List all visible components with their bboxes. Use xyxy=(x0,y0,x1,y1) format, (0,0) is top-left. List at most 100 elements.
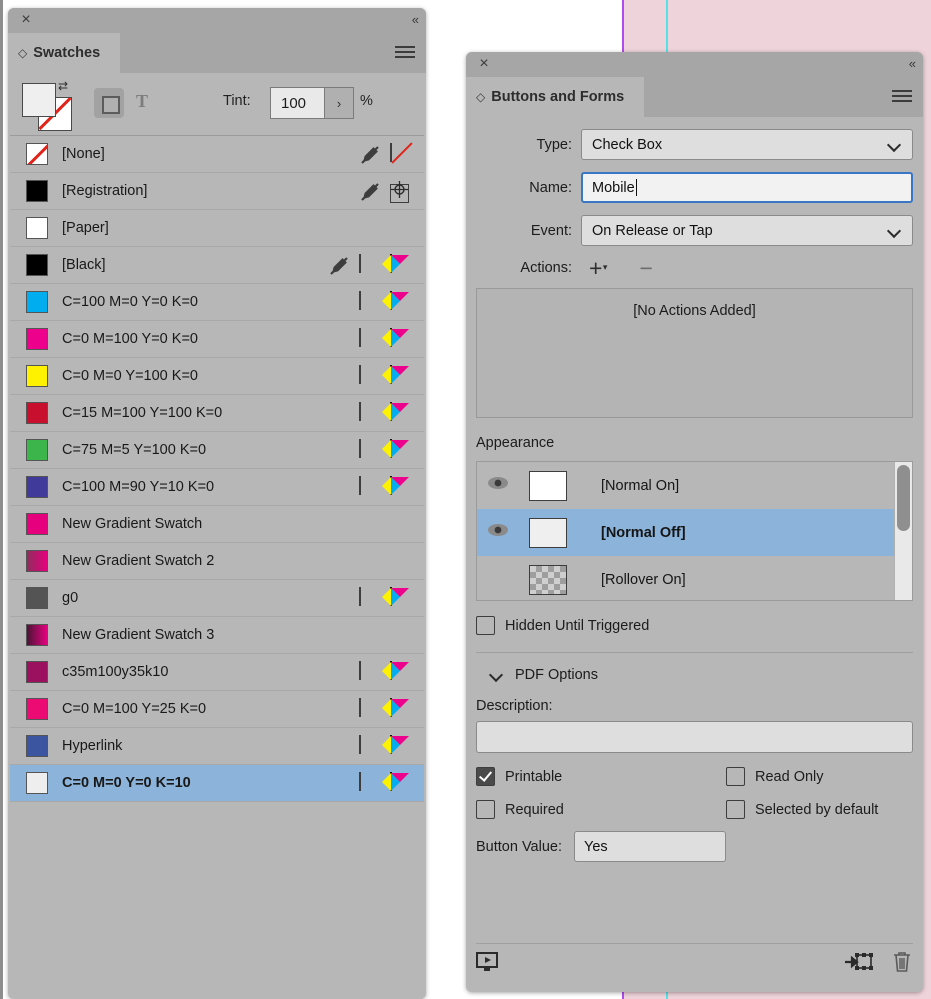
cmyk-process-icon[interactable] xyxy=(382,660,412,684)
halftone-icon[interactable] xyxy=(359,327,381,351)
appearance-state-row[interactable]: [Normal Off] xyxy=(477,509,912,556)
cmyk-process-icon[interactable] xyxy=(382,401,412,425)
swatch-row[interactable]: g0 xyxy=(10,580,424,617)
pdf-checkbox-row-2: Required Selected by default xyxy=(476,800,913,819)
convert-to-button-icon[interactable] xyxy=(845,951,873,978)
close-icon[interactable]: × xyxy=(475,55,493,73)
tint-dropdown-icon[interactable]: › xyxy=(324,88,353,118)
swatch-row[interactable]: [Registration] xyxy=(10,173,424,210)
required-checkbox[interactable] xyxy=(476,800,495,819)
cmyk-process-icon[interactable] xyxy=(382,438,412,462)
appearance-scrollbar-thumb[interactable] xyxy=(897,465,910,531)
swatch-row[interactable]: C=0 M=0 Y=0 K=10 xyxy=(10,765,424,802)
swatch-row[interactable]: C=100 M=90 Y=10 K=0 xyxy=(10,469,424,506)
tab-buttons-and-forms[interactable]: ◇ Buttons and Forms xyxy=(466,77,645,117)
description-input[interactable] xyxy=(476,721,913,753)
add-action-button[interactable]: + ▾ xyxy=(589,257,607,280)
cmyk-process-icon[interactable] xyxy=(382,697,412,721)
type-select[interactable]: Check Box xyxy=(581,129,913,160)
fill-swatch[interactable] xyxy=(22,83,56,117)
swatch-row[interactable]: C=15 M=100 Y=100 K=0 xyxy=(10,395,424,432)
swatch-row[interactable]: [None] xyxy=(10,136,424,173)
swatch-row[interactable]: c35m100y35k10 xyxy=(10,654,424,691)
cmyk-process-icon[interactable] xyxy=(382,290,412,314)
halftone-icon[interactable] xyxy=(359,253,381,277)
appearance-scrollbar[interactable] xyxy=(894,462,912,600)
pdf-options-disclosure[interactable]: PDF Options xyxy=(476,667,913,683)
swap-fill-stroke-icon[interactable]: ⇄ xyxy=(58,80,68,92)
printable-row[interactable]: Printable xyxy=(476,767,663,786)
eye-visibility-icon[interactable] xyxy=(487,476,513,495)
eye-visibility-icon[interactable] xyxy=(487,523,513,542)
fill-stroke-selector[interactable]: ⇄ xyxy=(22,80,72,131)
apply-to-frame-button[interactable] xyxy=(94,88,124,118)
halftone-icon[interactable] xyxy=(359,586,381,610)
actions-list[interactable]: [No Actions Added] xyxy=(476,288,913,418)
halftone-icon[interactable] xyxy=(359,475,381,499)
halftone-icon[interactable] xyxy=(359,401,381,425)
tab-swatches[interactable]: ◇ Swatches xyxy=(8,33,121,73)
cmyk-process-icon[interactable] xyxy=(382,364,412,388)
appearance-list[interactable]: [Normal On] [Normal Off] [Rollover On] xyxy=(476,461,913,601)
halftone-icon[interactable] xyxy=(359,771,381,795)
swatch-row[interactable]: C=100 M=0 Y=0 K=0 xyxy=(10,284,424,321)
appearance-state-row[interactable]: [Rollover On] xyxy=(477,556,912,600)
button-value-input[interactable]: Yes xyxy=(574,831,726,862)
halftone-icon[interactable] xyxy=(359,364,381,388)
name-input[interactable]: Mobile xyxy=(581,172,913,203)
swatch-row[interactable]: C=0 M=100 Y=0 K=0 xyxy=(10,321,424,358)
swatch-list[interactable]: [None] [Registration] [Paper] [Black] C=100 … xyxy=(10,135,424,997)
no-eyedropper-icon[interactable] xyxy=(359,144,381,166)
cmyk-process-icon[interactable] xyxy=(382,771,412,795)
cmyk-process-icon[interactable] xyxy=(382,253,412,277)
hidden-until-triggered-row[interactable]: Hidden Until Triggered xyxy=(476,616,913,635)
appearance-state-row[interactable]: [Normal On] xyxy=(477,462,912,509)
cmyk-process-icon[interactable] xyxy=(382,327,412,351)
close-icon[interactable]: × xyxy=(17,11,35,29)
read-only-row[interactable]: Read Only xyxy=(663,767,913,786)
event-select[interactable]: On Release or Tap xyxy=(581,215,913,246)
cmyk-process-icon[interactable] xyxy=(382,586,412,610)
swatch-row[interactable]: New Gradient Swatch 2 xyxy=(10,543,424,580)
swatch-row[interactable]: New Gradient Swatch 3 xyxy=(10,617,424,654)
panel-menu-icon[interactable] xyxy=(892,90,912,104)
swatch-row[interactable]: [Black] xyxy=(10,247,424,284)
remove-action-button[interactable]: − xyxy=(639,257,652,280)
halftone-icon[interactable] xyxy=(359,438,381,462)
halftone-icon[interactable] xyxy=(359,734,381,758)
collapse-panel-icon[interactable]: « xyxy=(909,55,916,73)
swatches-panel-dragbar[interactable]: × « xyxy=(8,8,426,33)
chevron-down-icon xyxy=(888,224,901,237)
none-swatch-icon[interactable] xyxy=(390,142,412,166)
swatch-row-icons xyxy=(359,136,412,173)
swatch-row[interactable]: C=0 M=0 Y=100 K=0 xyxy=(10,358,424,395)
apply-to-text-button[interactable]: T xyxy=(136,91,148,112)
buttons-forms-dragbar[interactable]: × « xyxy=(466,52,923,77)
collapse-panel-icon[interactable]: « xyxy=(412,11,419,29)
selected-by-default-checkbox[interactable] xyxy=(726,800,745,819)
hidden-until-triggered-checkbox[interactable] xyxy=(476,616,495,635)
halftone-icon[interactable] xyxy=(359,660,381,684)
printable-checkbox[interactable] xyxy=(476,767,495,786)
required-row[interactable]: Required xyxy=(476,800,663,819)
selected-by-default-row[interactable]: Selected by default xyxy=(663,800,913,819)
tint-percent-label: % xyxy=(360,93,373,109)
registration-icon[interactable] xyxy=(390,180,412,203)
swatch-row[interactable]: New Gradient Swatch xyxy=(10,506,424,543)
halftone-icon[interactable] xyxy=(359,290,381,314)
tint-input[interactable]: 100 › xyxy=(270,87,354,119)
swatch-row[interactable]: [Paper] xyxy=(10,210,424,247)
cmyk-process-icon[interactable] xyxy=(382,734,412,758)
panel-menu-icon[interactable] xyxy=(395,46,415,60)
trash-icon[interactable] xyxy=(891,950,913,978)
no-eyedropper-icon[interactable] xyxy=(359,181,381,203)
no-eyedropper-icon[interactable] xyxy=(328,255,350,277)
preview-icon[interactable] xyxy=(476,951,498,977)
cmyk-process-icon[interactable] xyxy=(382,475,412,499)
halftone-icon[interactable] xyxy=(359,697,381,721)
swatch-row[interactable]: Hyperlink xyxy=(10,728,424,765)
name-row: Name: Mobile xyxy=(476,172,913,203)
read-only-checkbox[interactable] xyxy=(726,767,745,786)
swatch-row[interactable]: C=75 M=5 Y=100 K=0 xyxy=(10,432,424,469)
swatch-row[interactable]: C=0 M=100 Y=25 K=0 xyxy=(10,691,424,728)
